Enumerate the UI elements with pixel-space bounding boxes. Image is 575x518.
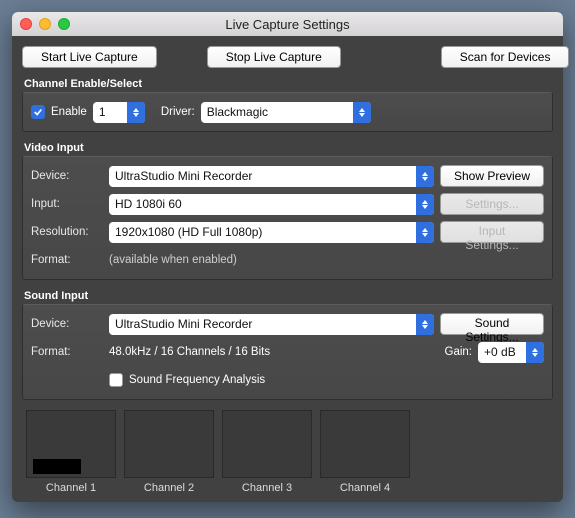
live-capture-settings-window: Live Capture Settings Start Live Capture… [12,12,563,502]
video-device-value: UltraStudio Mini Recorder [115,169,252,183]
check-icon [33,107,43,117]
minimize-icon[interactable] [39,18,51,30]
video-input-select[interactable]: HD 1080i 60 [109,194,434,215]
video-panel: Device: UltraStudio Mini Recorder Show P… [22,156,553,280]
stop-live-capture-button[interactable]: Stop Live Capture [207,46,341,68]
video-device-select[interactable]: UltraStudio Mini Recorder [109,166,434,187]
video-settings-button: Settings... [440,193,544,215]
sound-frequency-checkbox[interactable] [109,373,123,387]
sound-frequency-label: Sound Frequency Analysis [129,374,265,386]
channel-4-label: Channel 4 [320,482,410,494]
updown-icon [416,314,434,335]
gain-label: Gain: [445,346,473,358]
sound-device-value: UltraStudio Mini Recorder [115,317,252,331]
video-section-title: Video Input [24,142,553,154]
channel-2-label: Channel 2 [124,482,214,494]
channel-3-label: Channel 3 [222,482,312,494]
start-live-capture-button[interactable]: Start Live Capture [22,46,157,68]
enable-checkbox[interactable] [31,105,45,119]
video-input-value: HD 1080i 60 [115,197,182,211]
window-title: Live Capture Settings [12,17,563,32]
gain-select[interactable]: +0 dB [478,342,544,363]
channel-1-content [33,459,81,474]
sound-settings-button[interactable]: Sound Settings... [440,313,544,335]
channel-1-thumb[interactable]: Channel 1 [26,410,116,494]
video-resolution-value: 1920x1080 (HD Full 1080p) [115,225,262,239]
zoom-icon[interactable] [58,18,70,30]
video-resolution-select[interactable]: 1920x1080 (HD Full 1080p) [109,222,434,243]
video-format-value: (available when enabled) [109,254,237,266]
sound-panel: Device: UltraStudio Mini Recorder Sound … [22,304,553,400]
channel-section-title: Channel Enable/Select [24,78,553,90]
updown-icon [127,102,145,123]
updown-icon [416,194,434,215]
gain-value: +0 dB [484,345,516,359]
channel-2-thumb[interactable]: Channel 2 [124,410,214,494]
video-device-label: Device: [31,170,103,182]
sound-device-select[interactable]: UltraStudio Mini Recorder [109,314,434,335]
channel-panel: Enable 1 Driver: Blackmagic [22,92,553,132]
channel-1-label: Channel 1 [26,482,116,494]
sound-format-label: Format: [31,346,103,358]
updown-icon [353,102,371,123]
video-input-label: Input: [31,198,103,210]
updown-icon [416,222,434,243]
driver-label: Driver: [161,106,195,118]
scan-for-devices-button[interactable]: Scan for Devices [441,46,570,68]
driver-value: Blackmagic [207,105,268,119]
channel-number-select[interactable]: 1 [93,102,145,123]
sound-section-title: Sound Input [24,290,553,302]
show-preview-button[interactable]: Show Preview [440,165,544,187]
video-resolution-label: Resolution: [31,226,103,238]
sound-device-label: Device: [31,318,103,330]
channel-4-thumb[interactable]: Channel 4 [320,410,410,494]
input-settings-button: Input Settings... [440,221,544,243]
video-format-label: Format: [31,254,103,266]
channel-number-value: 1 [99,105,106,119]
driver-select[interactable]: Blackmagic [201,102,371,123]
enable-label: Enable [51,106,87,118]
close-icon[interactable] [20,18,32,30]
updown-icon [416,166,434,187]
updown-icon [526,342,544,363]
channel-thumbnails: Channel 1 Channel 2 Channel 3 Channel 4 [22,410,553,494]
channel-3-thumb[interactable]: Channel 3 [222,410,312,494]
titlebar[interactable]: Live Capture Settings [12,12,563,36]
sound-format-value: 48.0kHz / 16 Channels / 16 Bits [109,346,270,358]
